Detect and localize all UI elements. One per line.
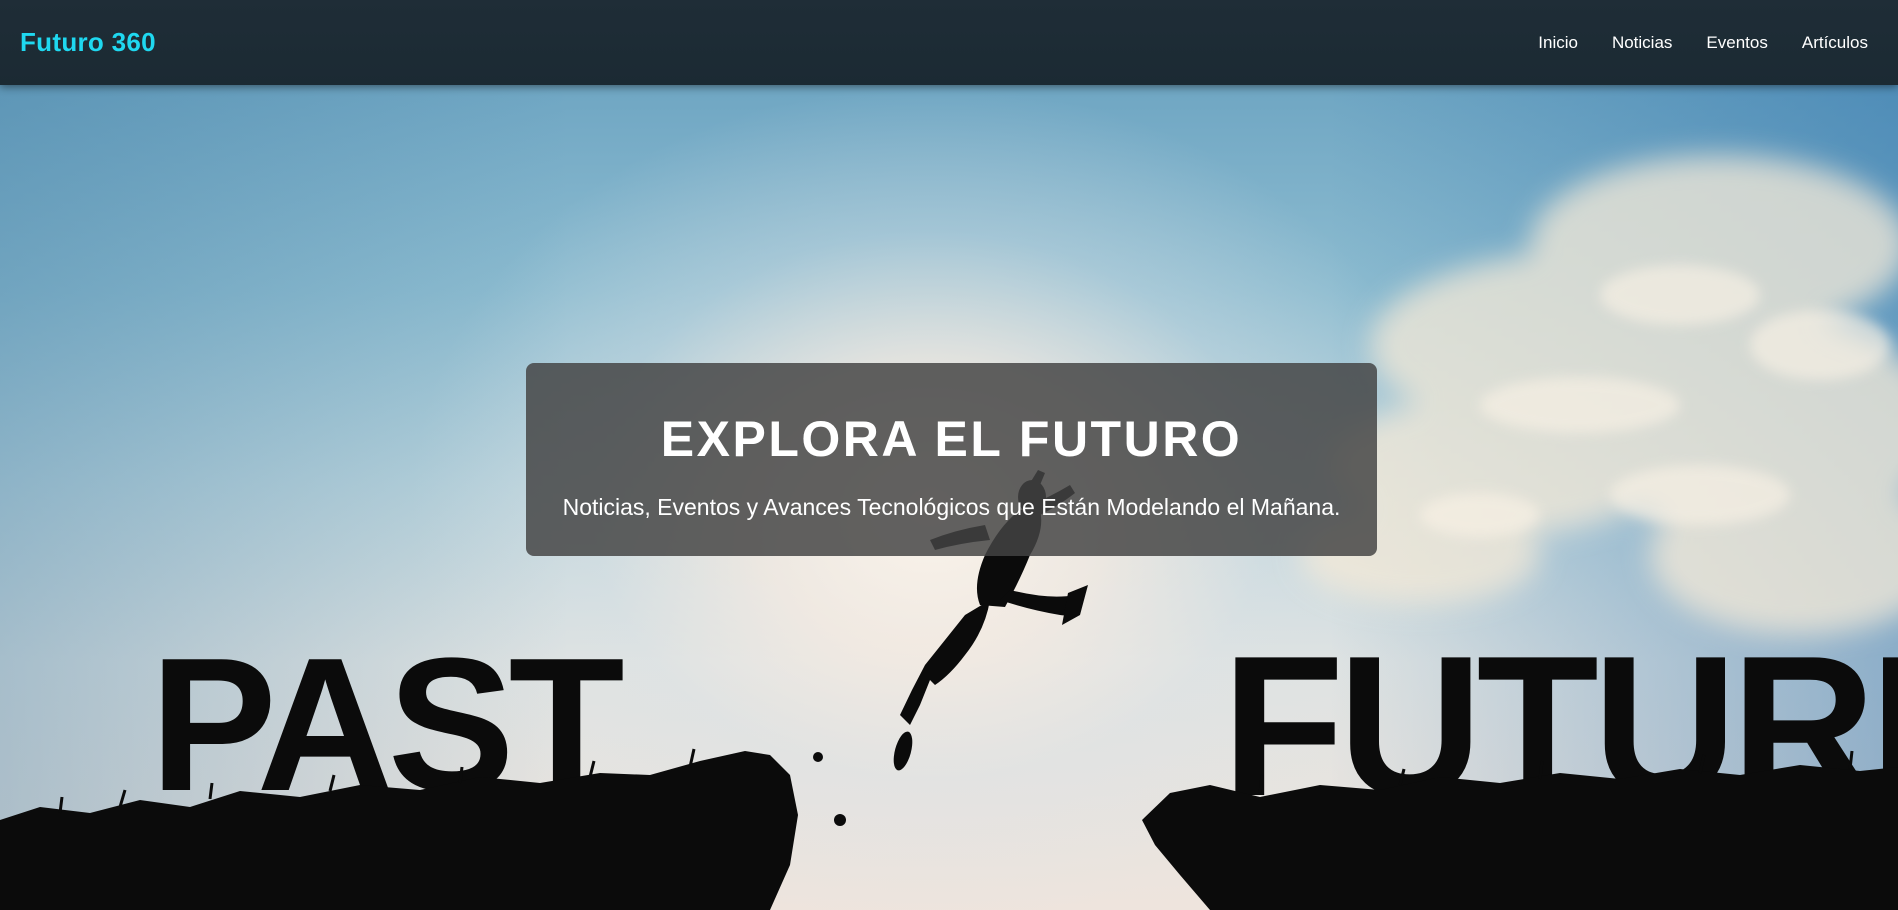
hero-banner: PAST FUTUR EXPLORA EL FUTURO Noticias, E… [0, 85, 1898, 910]
nav-link-eventos[interactable]: Eventos [1706, 33, 1767, 53]
hero-title: EXPLORA EL FUTURO [660, 411, 1243, 467]
nav-link-noticias[interactable]: Noticias [1612, 33, 1672, 53]
hero-subtitle: Noticias, Eventos y Avances Tecnológicos… [562, 494, 1341, 520]
brand-logo[interactable]: Futuro 360 [20, 27, 156, 58]
top-navbar: Futuro 360 Inicio Noticias Eventos Artíc… [0, 0, 1898, 85]
hero-overlay-card: EXPLORA EL FUTURO Noticias, Eventos y Av… [526, 363, 1377, 556]
nav-link-articulos[interactable]: Artículos [1802, 33, 1868, 53]
main-nav: Inicio Noticias Eventos Artículos [1504, 33, 1868, 53]
nav-link-inicio[interactable]: Inicio [1538, 33, 1578, 53]
